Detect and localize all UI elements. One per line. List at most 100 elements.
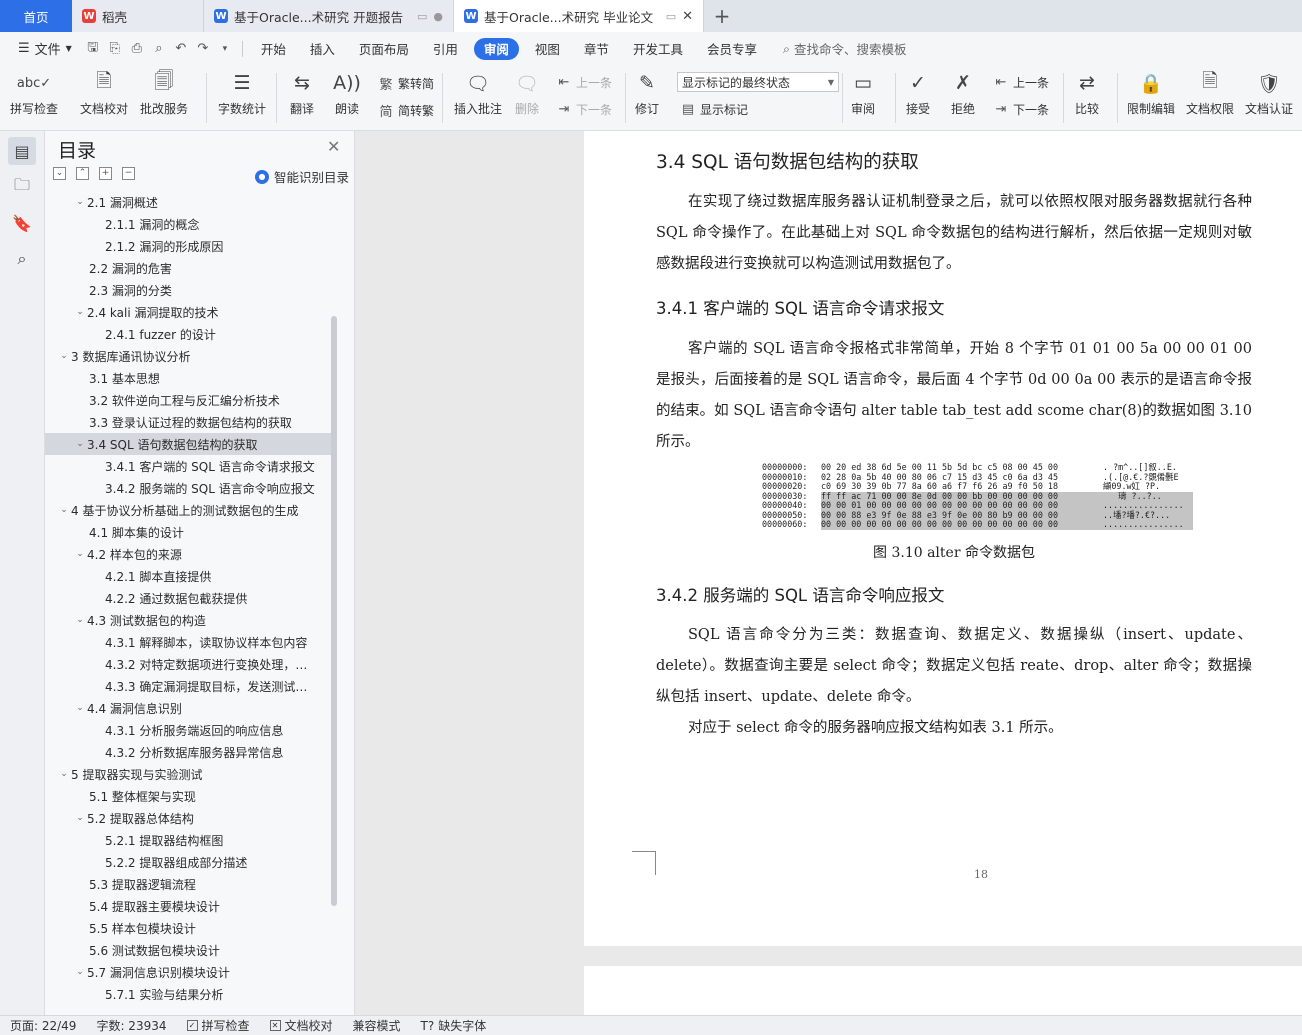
outline-item[interactable]: ⌄ 4.2 样本包的来源: [45, 543, 335, 565]
chevron-down-icon[interactable]: ⌄: [73, 813, 87, 823]
tab-home[interactable]: 首页: [0, 0, 72, 32]
correction-service-button[interactable]: 🗐 批改服务: [140, 69, 188, 117]
prev-comment-button[interactable]: ⇤ 上一条: [556, 74, 612, 91]
outline-item[interactable]: 3.1 基本思想: [45, 367, 335, 389]
collapse-all-icon[interactable]: ⌃: [76, 167, 89, 180]
outline-item[interactable]: 4.2.1 脚本直接提供: [45, 565, 335, 587]
outline-item[interactable]: 5.3 提取器逻辑流程: [45, 873, 335, 895]
outline-item[interactable]: ⌄ 4.3 测试数据包的构造: [45, 609, 335, 631]
new-tab-button[interactable]: +: [704, 0, 740, 32]
print-icon[interactable]: ⎙: [126, 38, 148, 60]
trad-to-simp-button[interactable]: 繁 繁转简: [378, 74, 434, 93]
outline-item[interactable]: 2.2 漏洞的危害: [45, 257, 335, 279]
menu-insert[interactable]: 插入: [298, 32, 347, 65]
remove-heading-icon[interactable]: −: [122, 167, 135, 180]
next-change-button[interactable]: ⇥ 下一条: [993, 101, 1049, 118]
redo-icon[interactable]: ↷: [192, 38, 214, 60]
outline-item[interactable]: ⌄ 3 数据库通讯协议分析: [45, 345, 335, 367]
outline-item[interactable]: 5.4 提取器主要模块设计: [45, 895, 335, 917]
reject-button[interactable]: ✗ 拒绝: [948, 69, 978, 117]
word-count-button[interactable]: ☰ 字数统计: [218, 69, 266, 117]
print-preview-icon[interactable]: ⌕: [148, 38, 170, 60]
review-pane-button[interactable]: ▭ 审阅: [848, 69, 878, 117]
doc-proofread-button[interactable]: 🗎 文档校对: [80, 69, 128, 117]
tab-dot-icon[interactable]: ●: [433, 10, 443, 23]
doc-permission-button[interactable]: 🗎 文档权限: [1186, 69, 1234, 117]
next-comment-button[interactable]: ⇥ 下一条: [556, 101, 612, 118]
outline-item[interactable]: 4.3.3 确定漏洞提取目标，发送测试数据包: [45, 675, 335, 697]
outline-item[interactable]: ⌄ 2.1 漏洞概述: [45, 194, 335, 213]
outline-item[interactable]: 4.3.1 分析服务端返回的响应信息: [45, 719, 335, 741]
outline-item[interactable]: ⌄ 3.4 SQL 语句数据包结构的获取: [45, 433, 335, 455]
outline-item[interactable]: 3.4.1 客户端的 SQL 语言命令请求报文: [45, 455, 335, 477]
status-proofread[interactable]: ✕ 文档校对: [260, 1017, 343, 1034]
chevron-down-icon[interactable]: ⌄: [57, 351, 71, 361]
outline-item[interactable]: 4.3.2 对特定数据项进行变换处理，并生成测试数据包: [45, 653, 335, 675]
chevron-down-icon[interactable]: ⌄: [73, 967, 87, 977]
outline-item[interactable]: 5.5 样本包模块设计: [45, 917, 335, 939]
translate-button[interactable]: ⇆ 翻译: [287, 69, 317, 117]
spell-check-button[interactable]: abc✓ 拼写检查: [10, 69, 58, 117]
outline-item[interactable]: 2.1.1 漏洞的概念: [45, 213, 335, 235]
chevron-down-icon[interactable]: ⌄: [73, 615, 87, 625]
chevron-down-icon[interactable]: ⌄: [73, 197, 87, 207]
command-search[interactable]: ⌕ 查找命令、搜索模板: [783, 39, 907, 58]
outline-item[interactable]: 2.1.2 漏洞的形成原因: [45, 235, 335, 257]
outline-item[interactable]: 4.2.2 通过数据包截获提供: [45, 587, 335, 609]
menu-review[interactable]: 审阅: [473, 37, 519, 60]
outline-item[interactable]: 4.3.1 解释脚本，读取协议样本包内容: [45, 631, 335, 653]
outline-item[interactable]: ⌄ 4 基于协议分析基础上的测试数据包的生成: [45, 499, 335, 521]
tab-monitor-icon[interactable]: ▭: [666, 10, 676, 23]
document-page[interactable]: 3.4 SQL 语句数据包结构的获取 在实现了绕过数据库服务器认证机制登录之后，…: [584, 131, 1302, 946]
show-markup-button[interactable]: ▤ 显示标记: [680, 101, 748, 118]
chevron-down-icon[interactable]: ⌄: [73, 307, 87, 317]
menu-chapter[interactable]: 章节: [572, 32, 621, 65]
file-menu[interactable]: ☰ 文件 ▼: [8, 39, 82, 58]
restrict-edit-button[interactable]: 🔒 限制编辑: [1127, 69, 1175, 117]
outline-item[interactable]: 5.6 测试数据包模块设计: [45, 939, 335, 961]
doc-certify-button[interactable]: 🛡 文档认证: [1245, 69, 1293, 117]
compat-mode[interactable]: 兼容模式: [343, 1017, 411, 1034]
word-count-indicator[interactable]: 字数: 23934: [86, 1017, 176, 1034]
track-changes-button[interactable]: ✎ 修订: [632, 69, 662, 117]
outline-item[interactable]: 5.2.2 提取器组成部分描述: [45, 851, 335, 873]
outline-item[interactable]: ⌄ 4.4 漏洞信息识别: [45, 697, 335, 719]
tab-monitor-icon[interactable]: ▭: [417, 10, 427, 23]
close-icon[interactable]: ✕: [327, 137, 340, 156]
save-icon[interactable]: 🖫: [82, 38, 104, 60]
outline-item[interactable]: ⌄ 5.2 提取器总体结构: [45, 807, 335, 829]
menu-developer[interactable]: 开发工具: [621, 32, 695, 65]
chevron-down-icon[interactable]: ⌄: [73, 549, 87, 559]
outline-item[interactable]: 2.4.1 fuzzer 的设计: [45, 323, 335, 345]
insert-comment-button[interactable]: 🗨 插入批注: [454, 69, 502, 117]
next-document-page[interactable]: [584, 966, 1302, 1015]
tab-close-icon[interactable]: ✕: [682, 9, 693, 24]
markup-state-select[interactable]: 显示标记的最终状态 ▼: [677, 72, 839, 92]
expand-all-icon[interactable]: ⌄: [53, 167, 66, 180]
delete-comment-button[interactable]: 🗨 删除: [512, 69, 542, 117]
menu-view[interactable]: 视图: [523, 32, 572, 65]
missing-font-button[interactable]: T? 缺失字体: [411, 1017, 497, 1034]
add-heading-icon[interactable]: +: [99, 167, 112, 180]
accept-button[interactable]: ✓ 接受: [903, 69, 933, 117]
outline-item[interactable]: 4.3.2 分析数据库服务器异常信息: [45, 741, 335, 763]
search-icon[interactable]: ⌕: [8, 245, 36, 273]
compare-button[interactable]: ⇄ 比较: [1072, 69, 1102, 117]
chapter-nav-icon[interactable]: 🗀: [8, 173, 36, 201]
outline-item[interactable]: ⌄ 5 提取器实现与实验测试: [45, 763, 335, 785]
menu-references[interactable]: 引用: [421, 32, 470, 65]
outline-item[interactable]: 5.1 整体框架与实现: [45, 785, 335, 807]
outline-item[interactable]: 3.4.2 服务端的 SQL 语言命令响应报文: [45, 477, 335, 499]
chevron-down-icon[interactable]: ⌄: [73, 439, 87, 449]
outline-item[interactable]: 5.7.1 实验与结果分析: [45, 983, 335, 1004]
tab-doc-thesis[interactable]: W 基于Oracle...术研究 毕业论文 ▭ ✕: [454, 0, 704, 32]
status-spell-check[interactable]: ✓ 拼写检查: [177, 1017, 260, 1034]
export-pdf-icon[interactable]: ⎘: [104, 38, 126, 60]
outline-item[interactable]: 3.3 登录认证过程的数据包结构的获取: [45, 411, 335, 433]
outline-pane-icon[interactable]: ▤: [8, 137, 36, 165]
outline-scrollbar[interactable]: [331, 316, 337, 906]
outline-item[interactable]: 3.2 软件逆向工程与反汇编分析技术: [45, 389, 335, 411]
outline-item[interactable]: ⌄ 5.7 漏洞信息识别模块设计: [45, 961, 335, 983]
outline-item[interactable]: 2.3 漏洞的分类: [45, 279, 335, 301]
chevron-down-icon[interactable]: ⌄: [73, 703, 87, 713]
